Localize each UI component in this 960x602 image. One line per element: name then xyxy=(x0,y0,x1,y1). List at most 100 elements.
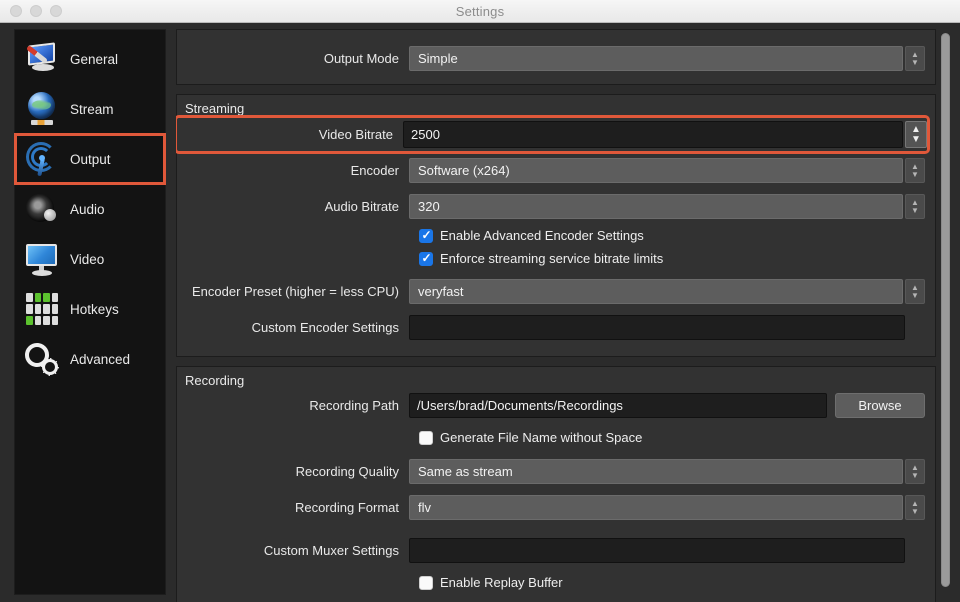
video-bitrate-highlight: Video Bitrate 2500 ▲ ▼ xyxy=(176,115,930,154)
hotkeys-keyboard-icon xyxy=(23,290,61,328)
encoder-field: Software (x264) ▲ ▼ xyxy=(409,158,925,183)
enable-advanced-encoder-label: Enable Advanced Encoder Settings xyxy=(440,228,644,243)
encoder-preset-row: Encoder Preset (higher = less CPU) veryf… xyxy=(177,276,925,307)
output-mode-field: Simple ▲ ▼ xyxy=(409,46,925,71)
recording-group-title: Recording xyxy=(185,373,245,388)
minimize-button[interactable] xyxy=(30,5,42,17)
custom-muxer-settings-input[interactable] xyxy=(409,538,905,563)
stream-globe-icon xyxy=(23,90,61,128)
sidebar-item-label: Advanced xyxy=(70,351,131,367)
audio-bitrate-stepper[interactable]: ▲ ▼ xyxy=(905,194,925,219)
output-mode-label: Output Mode xyxy=(323,51,399,66)
video-bitrate-field: 2500 ▲ ▼ xyxy=(403,121,927,148)
window-body: General Stream Output Audio Video Hotkey… xyxy=(0,23,960,602)
chevron-up-icon: ▲ xyxy=(911,462,919,472)
custom-encoder-settings-input[interactable] xyxy=(409,315,905,340)
custom-muxer-settings-row: Custom Muxer Settings xyxy=(177,535,905,566)
generate-no-space-label: Generate File Name without Space xyxy=(440,430,643,445)
recording-format-select[interactable]: flv xyxy=(409,495,903,520)
chevron-down-icon: ▼ xyxy=(911,290,919,300)
close-button[interactable] xyxy=(10,5,22,17)
recording-format-label: Recording Format xyxy=(294,500,399,515)
encoder-select[interactable]: Software (x264) xyxy=(409,158,903,183)
encoder-preset-stepper[interactable]: ▲ ▼ xyxy=(905,279,925,304)
recording-format-row: Recording Format flv ▲ ▼ xyxy=(177,492,925,523)
video-monitor-icon xyxy=(23,240,61,278)
encoder-label: Encoder xyxy=(350,163,399,178)
chevron-down-icon: ▼ xyxy=(911,169,919,179)
advanced-gears-icon xyxy=(23,340,61,378)
chevron-up-icon: ▲ xyxy=(911,49,919,59)
encoder-preset-select[interactable]: veryfast xyxy=(409,279,903,304)
recording-format-stepper[interactable]: ▲ ▼ xyxy=(905,495,925,520)
chevron-up-icon: ▲ xyxy=(911,197,919,207)
output-mode-select[interactable]: Simple xyxy=(409,46,903,71)
sidebar-item-audio[interactable]: Audio xyxy=(15,184,165,234)
video-bitrate-input[interactable]: 2500 xyxy=(403,121,903,148)
zoom-button[interactable] xyxy=(50,5,62,17)
encoder-row: Encoder Software (x264) ▲ ▼ xyxy=(177,155,925,186)
sidebar-item-label: Output xyxy=(70,151,111,167)
recording-format-field: flv ▲ ▼ xyxy=(409,495,925,520)
sidebar-item-video[interactable]: Video xyxy=(15,234,165,284)
output-mode-group: Output Mode Simple ▲ ▼ xyxy=(176,29,936,85)
chevron-down-icon: ▼ xyxy=(911,133,921,145)
recording-path-label: Recording Path xyxy=(309,398,399,413)
streaming-group: Streaming Video Bitrate 2500 ▲ ▼ Encoder xyxy=(176,94,936,357)
chevron-down-icon: ▼ xyxy=(911,57,919,67)
scrollbar-thumb[interactable] xyxy=(941,33,950,587)
sidebar-item-label: Video xyxy=(70,251,105,267)
sidebar-item-advanced[interactable]: Advanced xyxy=(15,334,165,384)
sidebar-item-stream[interactable]: Stream xyxy=(15,84,165,134)
encoder-stepper[interactable]: ▲ ▼ xyxy=(905,158,925,183)
enforce-bitrate-limits-checkbox[interactable] xyxy=(419,250,433,266)
recording-path-field: /Users/brad/Documents/Recordings Browse xyxy=(409,393,925,418)
video-bitrate-stepper[interactable]: ▲ ▼ xyxy=(905,121,927,148)
output-mode-stepper[interactable]: ▲ ▼ xyxy=(905,46,925,71)
custom-muxer-settings-label: Custom Muxer Settings xyxy=(263,543,399,558)
window-title: Settings xyxy=(455,3,505,19)
enable-replay-buffer-checkbox[interactable] xyxy=(419,575,433,590)
sidebar-item-output[interactable]: Output xyxy=(14,133,166,185)
recording-group: Recording Recording Path /Users/brad/Doc… xyxy=(176,366,936,602)
custom-encoder-settings-field xyxy=(409,315,905,340)
enforce-bitrate-limits-label: Enforce streaming service bitrate limits xyxy=(440,251,664,266)
recording-quality-row: Recording Quality Same as stream ▲ ▼ xyxy=(177,456,925,487)
generate-no-space-row[interactable]: Generate File Name without Space xyxy=(419,426,935,449)
settings-main-panel: Output Mode Simple ▲ ▼ Streaming Video B… xyxy=(176,29,950,602)
chevron-up-icon: ▲ xyxy=(911,282,919,292)
recording-path-input[interactable]: /Users/brad/Documents/Recordings xyxy=(409,393,827,418)
window-titlebar: Settings xyxy=(0,0,960,23)
settings-sidebar: General Stream Output Audio Video Hotkey… xyxy=(14,29,166,595)
general-monitor-screwdriver-icon xyxy=(23,40,61,78)
browse-button[interactable]: Browse xyxy=(835,393,925,418)
recording-path-row: Recording Path /Users/brad/Documents/Rec… xyxy=(177,390,925,421)
audio-speaker-icon xyxy=(23,190,61,228)
chevron-up-icon: ▲ xyxy=(911,498,919,508)
sidebar-item-hotkeys[interactable]: Hotkeys xyxy=(15,284,165,334)
chevron-down-icon: ▼ xyxy=(911,205,919,215)
custom-encoder-settings-row: Custom Encoder Settings xyxy=(177,312,905,343)
chevron-up-icon: ▲ xyxy=(911,161,919,171)
generate-no-space-checkbox[interactable] xyxy=(419,430,433,445)
enable-advanced-encoder-checkbox[interactable] xyxy=(419,227,433,243)
sidebar-item-general[interactable]: General xyxy=(15,34,165,84)
audio-bitrate-select[interactable]: 320 xyxy=(409,194,903,219)
sidebar-item-label: Hotkeys xyxy=(70,301,119,317)
recording-quality-select[interactable]: Same as stream xyxy=(409,459,903,484)
settings-scrollbar[interactable] xyxy=(941,33,950,598)
encoder-preset-field: veryfast ▲ ▼ xyxy=(409,279,925,304)
traffic-light-group xyxy=(0,5,62,17)
sidebar-item-label: Audio xyxy=(70,201,105,217)
enable-advanced-encoder-row[interactable]: Enable Advanced Encoder Settings xyxy=(419,224,935,247)
chevron-up-icon: ▲ xyxy=(911,123,921,135)
audio-bitrate-field: 320 ▲ ▼ xyxy=(409,194,925,219)
recording-quality-stepper[interactable]: ▲ ▼ xyxy=(905,459,925,484)
video-bitrate-label: Video Bitrate xyxy=(318,127,393,142)
enforce-bitrate-limits-row[interactable]: Enforce streaming service bitrate limits xyxy=(419,247,935,270)
chevron-down-icon: ▼ xyxy=(911,506,919,516)
sidebar-item-label: Stream xyxy=(70,101,114,117)
encoder-preset-label: Encoder Preset (higher = less CPU) xyxy=(191,284,399,299)
enable-replay-buffer-row[interactable]: Enable Replay Buffer xyxy=(419,571,935,594)
streaming-group-title: Streaming xyxy=(185,101,245,116)
